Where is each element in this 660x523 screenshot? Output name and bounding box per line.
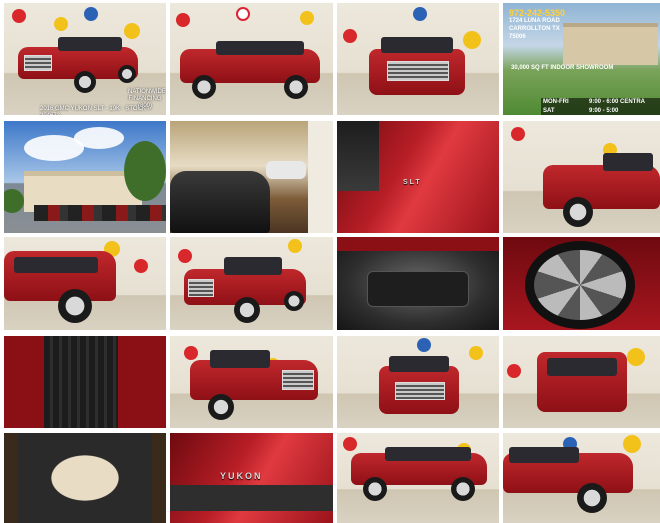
- car-image: [180, 37, 320, 99]
- engine-cover: [367, 271, 469, 307]
- thumbnail-photo-13[interactable]: [4, 336, 166, 428]
- thumbnail-photo-19[interactable]: [337, 433, 499, 523]
- car-image: [351, 443, 487, 505]
- car-image: [537, 346, 627, 424]
- thumbnail-photo-8[interactable]: [503, 121, 660, 233]
- hours-weekday: 9:00 - 6:00 CENTRA: [589, 99, 646, 105]
- sign-icon: [463, 31, 481, 49]
- car-image: [379, 352, 459, 422]
- photo-gallery: 2016 GMC YUKON SLT - 19K - STOCK # 29467…: [0, 0, 660, 523]
- thumbnail-photo-4-dealer-info[interactable]: 972-242-5350 1724 LUNA ROAD CARROLLTON T…: [503, 3, 660, 115]
- dealer-city: CARROLLTON TX: [509, 26, 560, 32]
- sign-icon: [469, 346, 483, 360]
- car-image: [543, 147, 660, 227]
- thumbnail-photo-14[interactable]: [170, 336, 333, 428]
- hours-sat-label: SAT: [543, 108, 555, 114]
- thumbnail-photo-2[interactable]: [170, 3, 333, 115]
- thumbnail-photo-12[interactable]: [503, 237, 660, 330]
- thumbnail-photo-15[interactable]: [337, 336, 499, 428]
- car-image: [18, 33, 138, 93]
- dealer-phone: 972-242-5350: [509, 8, 566, 18]
- thumbnail-photo-1[interactable]: 2016 GMC YUKON SLT - 19K - STOCK # 29467…: [4, 3, 166, 115]
- showroom-text: 30,000 SQ FT INDOOR SHOWROOM: [511, 65, 614, 71]
- thumbnail-photo-3[interactable]: [337, 3, 499, 115]
- car-image: [184, 251, 306, 327]
- window-glass: [337, 121, 379, 191]
- hours-sat: 9:00 - 5:00: [589, 108, 619, 114]
- white-car: [266, 161, 306, 179]
- car-image: [4, 247, 116, 327]
- sign-icon: [12, 9, 26, 23]
- sign-icon: [54, 17, 68, 31]
- sign-icon: [176, 13, 190, 27]
- thumbnail-photo-11[interactable]: [337, 237, 499, 330]
- thumbnail-photo-5[interactable]: [4, 121, 166, 233]
- thumbnail-photo-20[interactable]: [503, 433, 660, 523]
- financing-badge: NATIONWIDE FINANCING (800): [128, 89, 166, 109]
- dealership-building: [563, 23, 658, 65]
- black-car: [170, 171, 270, 233]
- sign-icon: [507, 364, 521, 378]
- sign-icon: [84, 7, 98, 21]
- thumbnail-photo-9[interactable]: [4, 237, 166, 330]
- sign-icon: [236, 7, 250, 21]
- thumbnail-photo-16[interactable]: [503, 336, 660, 428]
- sign-icon: [300, 11, 314, 25]
- thumbnail-photo-17[interactable]: [4, 433, 166, 523]
- sign-icon: [343, 29, 357, 43]
- slt-badge: SLT: [403, 179, 422, 186]
- sign-icon: [134, 259, 148, 273]
- tire-tread: [44, 336, 118, 428]
- sign-icon: [417, 338, 431, 352]
- car-image: [190, 344, 318, 424]
- hood-edge: [337, 237, 499, 251]
- car-image: [503, 443, 633, 515]
- dealer-address: 1724 LUNA ROAD: [509, 18, 560, 24]
- bumper: [170, 485, 333, 511]
- sign-icon: [511, 127, 525, 141]
- wall-column: [308, 121, 333, 233]
- thumbnail-photo-6[interactable]: [170, 121, 333, 233]
- cargo-area: [18, 433, 152, 523]
- tree: [124, 141, 166, 201]
- thumbnail-photo-10[interactable]: [170, 237, 333, 330]
- thumbnail-photo-7[interactable]: SLT: [337, 121, 499, 233]
- hours-weekday-label: MON-FRI: [543, 99, 569, 105]
- cloud: [74, 127, 124, 149]
- thumbnail-photo-18[interactable]: YUKON: [170, 433, 333, 523]
- sign-icon: [413, 7, 427, 21]
- wheel-rim: [525, 241, 635, 329]
- parked-cars: [34, 205, 166, 221]
- sign-icon: [627, 348, 645, 366]
- car-image: [369, 33, 465, 105]
- dealer-zip: 75006: [509, 34, 526, 40]
- yukon-badge: YUKON: [220, 471, 263, 481]
